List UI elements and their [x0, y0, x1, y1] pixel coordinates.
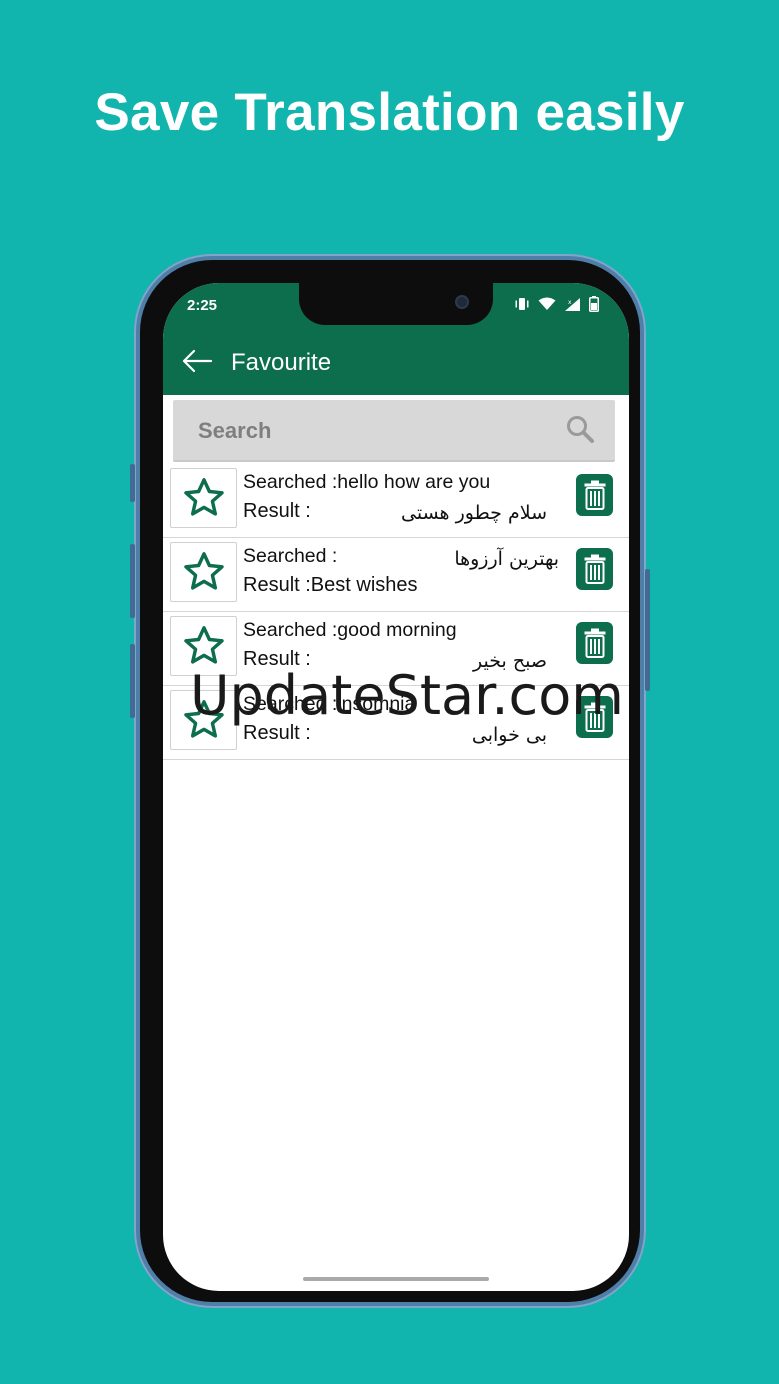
- volume-up-button: [130, 544, 135, 618]
- power-button: [645, 569, 650, 691]
- result-translation: سلام چطور هستی: [401, 502, 547, 524]
- searched-text: Searched :good morning: [243, 619, 457, 641]
- watermark: UpdateStar.com: [190, 664, 624, 727]
- mute-switch: [130, 464, 135, 502]
- phone-frame: 2:25 x Favourite Search Searched:hello …: [130, 254, 650, 1308]
- home-indicator[interactable]: [303, 1277, 489, 1281]
- favourite-star-button[interactable]: [170, 468, 237, 528]
- svg-text:x: x: [568, 299, 572, 306]
- headline: Save Translation easily: [94, 83, 685, 142]
- phone-bezel: 2:25 x Favourite Search Searched:hello …: [140, 260, 640, 1302]
- search-input[interactable]: Search: [173, 400, 615, 462]
- phone-notch: [299, 283, 493, 325]
- star-icon: [183, 626, 224, 664]
- star-icon: [183, 478, 224, 516]
- search-placeholder: Search: [198, 418, 272, 443]
- list-item[interactable]: Searched : بهترین آرزوها Result :Best wi…: [163, 538, 629, 612]
- list-item[interactable]: Searched :hello how are you Result : سلا…: [163, 464, 629, 538]
- delete-button[interactable]: [576, 622, 613, 664]
- delete-button[interactable]: [576, 548, 613, 590]
- trash-icon: [584, 628, 605, 658]
- page-title: Favourite: [231, 349, 332, 376]
- app-screen: 2:25 x Favourite Search Searched:hello …: [163, 283, 629, 1291]
- searched-translation: بهترین آرزوها: [454, 548, 559, 570]
- status-time: 2:25: [187, 297, 218, 314]
- search-icon[interactable]: [565, 414, 595, 444]
- trash-icon: [584, 480, 605, 510]
- result-translation: بی خوابی: [471, 724, 547, 746]
- volume-down-button: [130, 644, 135, 718]
- searched-text: Searched :hello how are you: [243, 471, 491, 493]
- result-label: Result :Best wishes: [243, 574, 418, 596]
- back-arrow-icon[interactable]: [181, 347, 213, 375]
- front-camera: [455, 295, 469, 309]
- status-icons: x: [514, 296, 599, 312]
- star-icon: [183, 552, 224, 590]
- delete-button[interactable]: [576, 474, 613, 516]
- signal-icon: x: [565, 297, 580, 311]
- app-bar: Favourite: [163, 327, 629, 395]
- wifi-icon: [538, 297, 556, 310]
- battery-icon: [589, 296, 599, 312]
- vibrate-icon: [515, 298, 529, 310]
- favourite-star-button[interactable]: [170, 542, 237, 602]
- trash-icon: [584, 554, 605, 584]
